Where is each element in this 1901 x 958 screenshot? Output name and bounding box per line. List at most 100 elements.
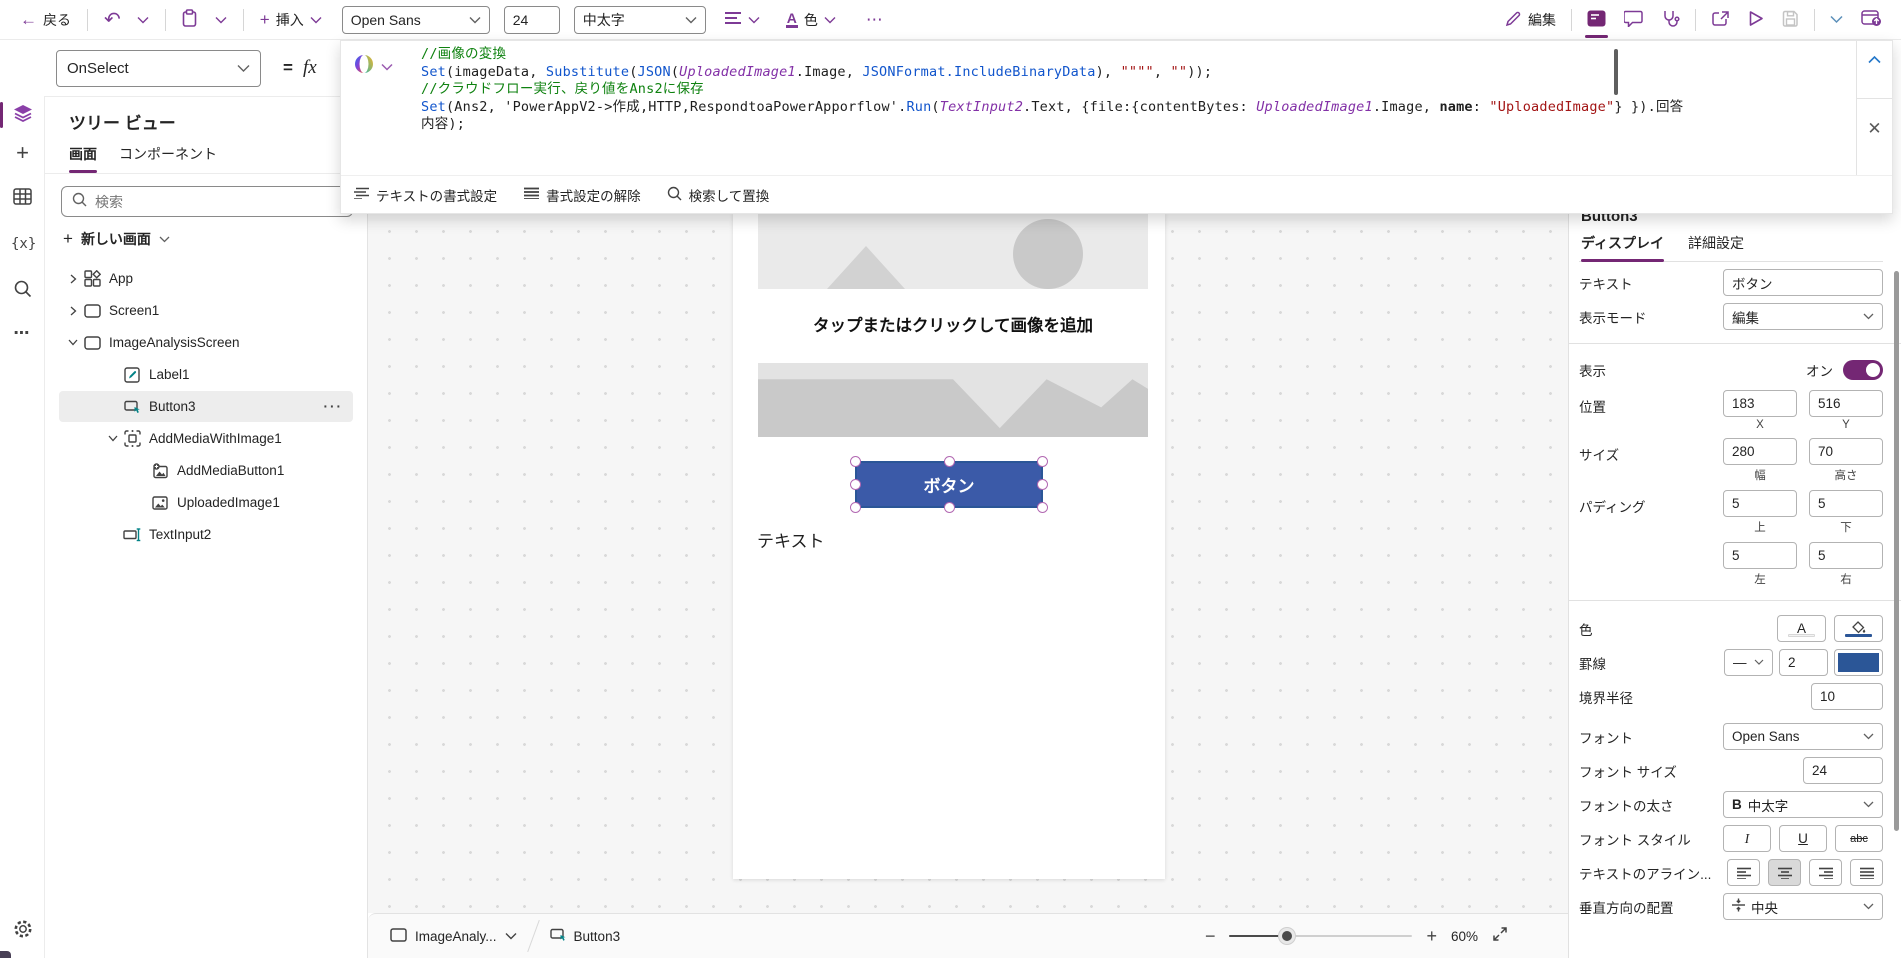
padding-left-input[interactable] bbox=[1723, 542, 1797, 569]
strikethrough-button[interactable]: abc bbox=[1835, 825, 1883, 852]
search-action-button[interactable]: 検索して置換 bbox=[667, 185, 769, 205]
tree-search-input[interactable] bbox=[95, 193, 342, 210]
zoom-out-button[interactable]: − bbox=[1205, 926, 1216, 947]
border-radius-input[interactable] bbox=[1811, 683, 1883, 710]
font-family-select[interactable]: Open Sans bbox=[341, 5, 490, 34]
formula-scrollbar[interactable] bbox=[1614, 49, 1618, 95]
tab-display[interactable]: ディスプレイ bbox=[1581, 233, 1665, 262]
format-text-action-button[interactable]: テキストの書式設定 bbox=[353, 185, 497, 205]
fullscreen-icon[interactable] bbox=[1492, 926, 1508, 947]
save-options-dropdown[interactable] bbox=[1821, 9, 1852, 30]
align-justify-button[interactable] bbox=[1850, 859, 1883, 886]
screen-selector[interactable]: ImageAnaly... bbox=[390, 927, 517, 945]
border-width-input[interactable] bbox=[1779, 649, 1828, 676]
text-value-input[interactable] bbox=[1723, 269, 1883, 296]
insert-rail-button[interactable]: + bbox=[0, 134, 45, 172]
font-select[interactable]: Open Sans bbox=[1723, 723, 1883, 750]
add-media-with-image-control[interactable]: タップまたはクリックして画像を追加 bbox=[758, 213, 1148, 437]
screen-artboard[interactable]: タップまたはクリックして画像を追加 ボタン テキスト bbox=[733, 213, 1165, 879]
align-center-button[interactable] bbox=[1768, 859, 1801, 886]
variables-rail-button[interactable]: {x} bbox=[0, 226, 45, 264]
data-rail-button[interactable] bbox=[0, 180, 45, 218]
toolbar-overflow-button[interactable]: ⋯ bbox=[860, 7, 891, 32]
tree-view-rail-button[interactable] bbox=[0, 96, 45, 134]
button3-control[interactable]: ボタン bbox=[850, 456, 1048, 513]
app-checker-button[interactable] bbox=[1652, 3, 1689, 36]
paste-dropdown[interactable] bbox=[209, 12, 233, 28]
tree-item-imageanalysisscreen[interactable]: ImageAnalysisScreen bbox=[59, 327, 353, 358]
tree-item-button3[interactable]: Button3 ··· bbox=[59, 391, 353, 422]
resize-handle-nw[interactable] bbox=[850, 456, 861, 467]
resize-handle-sw[interactable] bbox=[850, 502, 861, 513]
border-style-select[interactable]: — bbox=[1724, 649, 1773, 676]
tree-item-screen1[interactable]: Screen1 bbox=[59, 295, 353, 326]
font-weight-select[interactable]: B 中太字 bbox=[1723, 791, 1883, 818]
new-screen-button[interactable]: + 新しい画面 bbox=[45, 217, 367, 259]
paste-button[interactable] bbox=[176, 5, 205, 35]
settings-rail-button[interactable] bbox=[0, 912, 45, 950]
padding-bottom-input[interactable] bbox=[1809, 490, 1883, 517]
preview-play-button[interactable] bbox=[1739, 4, 1773, 36]
formula-editor[interactable]: //画像の変換 Set(imageData, Substitute(JSON(Up… bbox=[341, 41, 1892, 175]
position-y-input[interactable] bbox=[1809, 390, 1883, 417]
border-color-swatch[interactable] bbox=[1834, 649, 1883, 676]
properties-pane-button[interactable] bbox=[1578, 4, 1615, 38]
size-width-input[interactable] bbox=[1723, 438, 1797, 465]
item-options-button[interactable]: ··· bbox=[324, 399, 344, 414]
padding-right-input[interactable] bbox=[1809, 542, 1883, 569]
search-rail-button[interactable] bbox=[0, 272, 45, 310]
chevron-right-icon[interactable] bbox=[65, 306, 81, 316]
back-button[interactable]: ← 戻る bbox=[14, 6, 77, 34]
canvas-area[interactable]: タップまたはクリックして画像を追加 ボタン テキスト bbox=[368, 96, 1568, 913]
chevron-down-icon[interactable] bbox=[105, 435, 121, 442]
tab-advanced[interactable]: 詳細設定 bbox=[1688, 233, 1744, 261]
visible-toggle[interactable] bbox=[1843, 359, 1883, 380]
tab-screens[interactable]: 画面 bbox=[69, 144, 97, 173]
tree-item-addmediabutton1[interactable]: AddMediaButton1 bbox=[59, 455, 353, 486]
position-x-input[interactable] bbox=[1723, 390, 1797, 417]
align-left-button[interactable] bbox=[1727, 859, 1760, 886]
add-media-button[interactable]: タップまたはクリックして画像を追加 bbox=[758, 289, 1148, 363]
resize-handle-w[interactable] bbox=[850, 479, 861, 490]
size-height-input[interactable] bbox=[1809, 438, 1883, 465]
tree-item-uploadedimage1[interactable]: UploadedImage1 bbox=[59, 487, 353, 518]
vertical-align-select[interactable]: 中央 bbox=[1723, 893, 1883, 920]
zoom-slider[interactable] bbox=[1229, 928, 1413, 944]
padding-top-input[interactable] bbox=[1723, 490, 1797, 517]
fill-color-button[interactable] bbox=[1834, 615, 1883, 642]
formula-close-button[interactable]: ✕ bbox=[1857, 119, 1892, 139]
property-selector[interactable]: OnSelect bbox=[56, 49, 261, 87]
font-size-input[interactable] bbox=[1803, 757, 1883, 784]
undo-dropdown[interactable] bbox=[131, 12, 155, 28]
slider-thumb[interactable] bbox=[1279, 928, 1296, 944]
chevron-down-icon[interactable] bbox=[65, 339, 81, 346]
display-mode-select[interactable]: 編集 bbox=[1723, 303, 1883, 330]
font-size-input[interactable]: 24 bbox=[503, 5, 560, 34]
breadcrumb-control[interactable]: Button3 bbox=[549, 927, 620, 946]
italic-button[interactable]: I bbox=[1723, 825, 1771, 852]
label1-control[interactable]: テキスト bbox=[757, 527, 825, 552]
tree-item-textinput2[interactable]: TextInput2 bbox=[59, 519, 353, 550]
copilot-menu[interactable] bbox=[353, 53, 393, 80]
share-button[interactable] bbox=[1702, 4, 1739, 36]
publish-button[interactable] bbox=[1852, 3, 1891, 36]
edit-mode-button[interactable]: 編集 bbox=[1496, 4, 1565, 36]
tree-search-box[interactable] bbox=[61, 186, 353, 217]
resize-handle-e[interactable] bbox=[1037, 479, 1048, 490]
tab-components[interactable]: コンポーネント bbox=[119, 144, 217, 173]
text-align-button[interactable] bbox=[718, 7, 766, 32]
align-right-button[interactable] bbox=[1809, 859, 1842, 886]
save-button[interactable] bbox=[1773, 4, 1808, 36]
resize-handle-n[interactable] bbox=[943, 456, 955, 467]
formula-code[interactable]: //画像の変換 Set(imageData, Substitute(JSON(Up… bbox=[421, 46, 1683, 134]
tree-item-addmediawithimage1[interactable]: AddMediaWithImage1 bbox=[59, 423, 353, 454]
more-rail-button[interactable]: ⋯ bbox=[0, 314, 45, 352]
zoom-in-button[interactable]: + bbox=[1426, 926, 1437, 947]
clear-format-action-button[interactable]: 書式設定の解除 bbox=[523, 185, 641, 205]
chevron-right-icon[interactable] bbox=[65, 274, 81, 284]
tree-item-label1[interactable]: Label1 bbox=[59, 359, 353, 390]
resize-handle-s[interactable] bbox=[943, 502, 955, 513]
undo-button[interactable]: ↶ bbox=[98, 6, 127, 34]
panel-scrollbar[interactable] bbox=[1894, 271, 1899, 831]
underline-button[interactable]: U bbox=[1779, 825, 1827, 852]
